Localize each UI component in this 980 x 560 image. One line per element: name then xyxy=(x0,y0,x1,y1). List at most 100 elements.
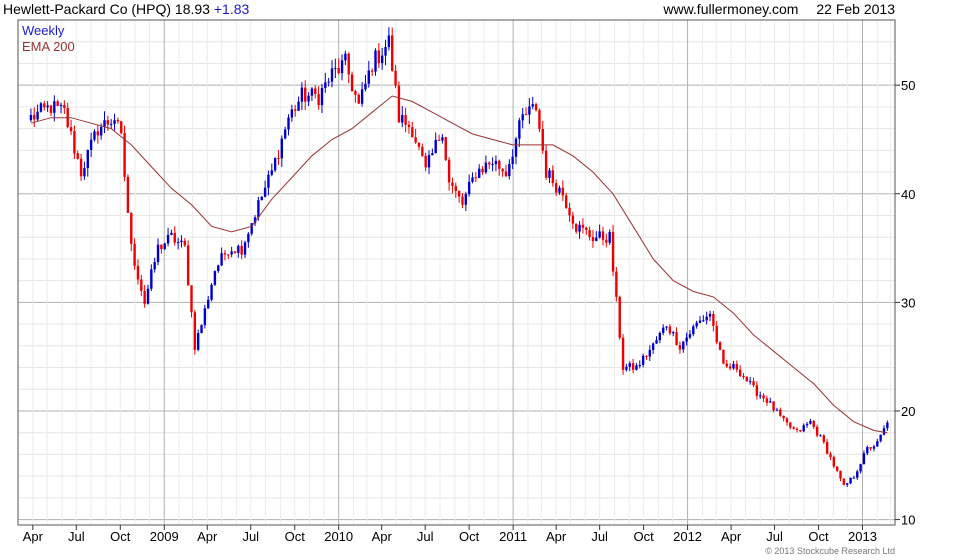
x-tick-label: Oct xyxy=(633,529,654,544)
candle-body xyxy=(344,53,347,61)
candle-body xyxy=(805,423,809,426)
candle-body xyxy=(648,349,652,357)
candle-body xyxy=(591,237,595,242)
candle-body xyxy=(852,477,856,479)
candle-body xyxy=(655,340,658,344)
candle-body xyxy=(126,176,130,213)
candle-body xyxy=(561,187,565,196)
candle-body xyxy=(156,244,160,263)
candle-body xyxy=(886,422,889,429)
candle-body xyxy=(200,325,203,333)
candle-body xyxy=(879,434,882,442)
candle-body xyxy=(227,254,230,256)
candle-body xyxy=(210,284,213,300)
candle-body xyxy=(69,127,73,132)
candle-body xyxy=(377,50,381,64)
candle-body xyxy=(621,337,625,370)
candle-body xyxy=(384,47,387,56)
candle-body xyxy=(360,89,364,104)
candle-body xyxy=(314,88,317,94)
candle-body xyxy=(347,53,350,75)
x-tick-label: Apr xyxy=(372,529,393,544)
candle-body xyxy=(76,153,79,159)
candle-body xyxy=(782,415,785,419)
candle-body xyxy=(712,313,715,326)
candle-body xyxy=(524,114,528,116)
candle-body xyxy=(317,93,320,106)
candle-body xyxy=(605,239,608,243)
x-tick-label: Jul xyxy=(242,529,259,544)
candle-body xyxy=(588,230,591,238)
candle-body xyxy=(685,337,688,342)
candle-body xyxy=(735,364,739,370)
candle-body xyxy=(73,131,76,154)
candle-body xyxy=(417,142,421,147)
candle-body xyxy=(170,232,173,235)
candle-body xyxy=(625,366,628,370)
candle-body xyxy=(668,326,672,334)
y-tick-label: 40 xyxy=(901,187,915,202)
candle-body xyxy=(370,70,374,72)
candle-body xyxy=(839,470,842,479)
candle-body xyxy=(571,215,575,224)
candle-body xyxy=(688,334,692,338)
candle-body xyxy=(304,87,307,102)
candle-body xyxy=(401,115,404,123)
candle-body xyxy=(99,126,103,136)
candle-body xyxy=(464,194,468,205)
candle-body xyxy=(146,288,150,304)
candle-body xyxy=(431,153,434,156)
candle-body xyxy=(752,381,755,386)
candle-body xyxy=(120,121,123,134)
candle-body xyxy=(334,67,337,69)
candle-body xyxy=(287,117,290,130)
candle-body xyxy=(324,82,327,88)
candle-body xyxy=(581,224,585,228)
candle-body xyxy=(96,131,100,136)
candle-body xyxy=(708,313,712,317)
candle-body xyxy=(86,149,89,169)
candle-body xyxy=(541,128,544,151)
candle-body xyxy=(738,369,742,376)
candle-body xyxy=(488,162,491,165)
candle-body xyxy=(444,137,447,160)
candle-body xyxy=(601,231,605,240)
candle-body xyxy=(745,377,749,382)
candle-body xyxy=(595,237,598,242)
candle-body xyxy=(133,243,136,266)
candle-body xyxy=(441,137,444,141)
candle-body xyxy=(290,109,294,118)
candle-body xyxy=(511,156,514,164)
candle-body xyxy=(404,115,407,125)
candle-body xyxy=(732,364,735,369)
candle-body xyxy=(759,395,762,397)
candle-body xyxy=(718,342,722,350)
candle-body xyxy=(531,104,534,107)
candle-body xyxy=(494,160,498,165)
candle-body xyxy=(113,120,116,124)
candle-body xyxy=(454,186,457,191)
candle-body xyxy=(705,316,708,321)
candle-body xyxy=(662,327,665,333)
x-tick-label: 2010 xyxy=(324,529,353,544)
candle-body xyxy=(364,83,367,90)
candle-body xyxy=(564,195,568,208)
candle-body xyxy=(421,146,424,156)
candle-body xyxy=(380,55,384,64)
candle-body xyxy=(491,164,494,166)
candle-body xyxy=(411,127,414,138)
candle-body xyxy=(327,81,330,83)
x-tick-label: Jul xyxy=(591,529,608,544)
candle-body xyxy=(217,265,220,272)
x-tick-label: Apr xyxy=(23,529,44,544)
candle-body xyxy=(56,101,59,106)
candle-body xyxy=(859,464,862,472)
candle-body xyxy=(357,94,360,104)
candle-body xyxy=(196,332,200,350)
candle-body xyxy=(514,138,518,157)
candle-body xyxy=(748,381,752,383)
candle-body xyxy=(153,262,156,270)
candle-body xyxy=(180,240,183,243)
candle-body xyxy=(230,251,233,255)
candle-body xyxy=(882,428,886,435)
